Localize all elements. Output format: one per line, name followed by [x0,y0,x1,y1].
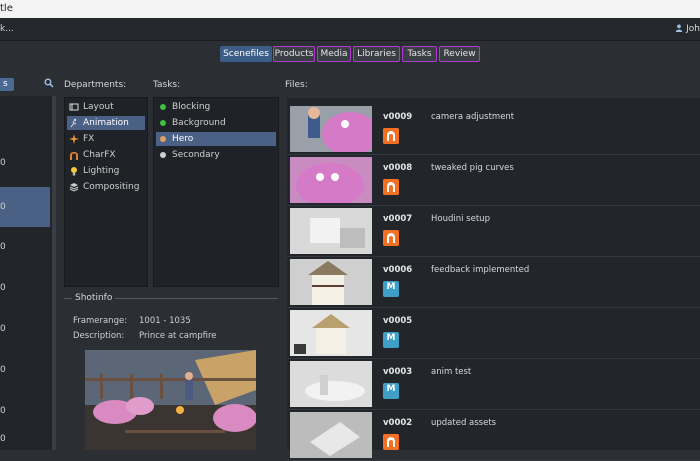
charfx-icon [70,152,78,160]
shot-filter-label: s [3,79,8,89]
file-row[interactable]: v0005 M [287,308,700,359]
framerange-value: 1001 - 1035 [139,316,191,326]
file-description: Houdini setup [431,214,490,224]
task-list: Blocking Background Hero Secondary [153,97,279,287]
file-version: v0006 [383,265,413,275]
maya-icon: M [383,383,399,399]
search-icon[interactable] [44,78,54,88]
tasks-label: Tasks: [153,80,181,90]
file-row[interactable]: v0009 camera adjustment [287,104,700,155]
menu-bar: k... Joh [0,18,700,41]
task-item-hero[interactable]: Hero [156,132,276,146]
file-description: camera adjustment [431,112,515,122]
shot-item[interactable]: 0 [0,406,50,420]
user-menu[interactable]: Joh [675,18,700,40]
department-item-layout[interactable]: Layout [67,100,145,114]
shot-item[interactable]: 0 [0,242,50,256]
file-version: v0008 [383,163,413,173]
description-label: Description: [73,331,125,341]
shot-item[interactable]: 0 [0,324,50,338]
maya-icon: M [383,281,399,297]
files-label: Files: [285,80,308,90]
tab-media[interactable]: Media [317,46,351,62]
shot-item[interactable]: 0 [0,434,50,448]
user-name: Joh [686,24,700,34]
shotinfo-title: Shotinfo [72,293,116,303]
file-thumbnail [290,208,372,254]
file-row[interactable]: v0006 feedback implemented M [287,257,700,308]
status-dot-icon [160,152,166,158]
shot-item[interactable]: 0 [0,365,50,379]
compositing-icon [69,183,79,192]
departments-label: Departments: [64,80,127,90]
file-description: tweaked pig curves [431,163,514,173]
department-item-fx[interactable]: FX [67,132,145,146]
file-list: v0009 camera adjustment v0008 tweaked pi… [287,98,700,461]
file-version: v0005 [383,316,413,326]
shot-item[interactable]: 0 [0,158,50,172]
lightbulb-icon [71,167,77,176]
file-thumbnail [290,361,372,407]
window-title: tle [0,3,13,14]
shot-list-scrollbar[interactable] [52,96,56,450]
fx-icon [69,134,79,144]
tab-libraries[interactable]: Libraries [353,46,400,62]
task-item-blocking[interactable]: Blocking [156,100,276,114]
task-item-background[interactable]: Background [156,116,276,130]
file-row[interactable]: v0008 tweaked pig curves [287,155,700,206]
department-item-charfx[interactable]: CharFX [67,148,145,162]
layout-icon [69,103,79,111]
file-description: updated assets [431,418,497,428]
file-row[interactable]: v0002 updated assets [287,410,700,461]
status-dot-icon [160,136,166,142]
maya-icon: M [383,332,399,348]
shot-item[interactable]: 0 [0,283,50,297]
file-description: anim test [431,367,472,377]
houdini-icon [383,230,399,246]
file-row[interactable]: v0003 anim test M [287,359,700,410]
shot-filter-button[interactable]: s [0,78,14,91]
houdini-icon [383,128,399,144]
file-thumbnail [290,157,372,203]
title-bar: tle [0,0,700,18]
file-thumbnail [290,106,372,152]
file-row[interactable]: v0007 Houdini setup [287,206,700,257]
department-list: Layout Animation FX CharFX Lighting Comp… [64,97,148,287]
file-thumbnail [290,310,372,356]
houdini-icon [383,434,399,450]
shot-preview-image [85,350,256,450]
department-item-compositing[interactable]: Compositing [67,180,145,194]
shot-list[interactable]: 0 0 0 0 0 0 0 0 [0,96,52,450]
file-thumbnail [290,259,372,305]
file-version: v0003 [383,367,413,377]
file-thumbnail [290,412,372,458]
tab-review[interactable]: Review [439,46,480,62]
status-dot-icon [160,104,166,110]
file-version: v0002 [383,418,413,428]
department-item-lighting[interactable]: Lighting [67,164,145,178]
description-value: Prince at campfire [139,331,217,341]
tab-tasks[interactable]: Tasks [402,46,437,62]
houdini-icon [383,179,399,195]
user-icon [675,24,683,32]
shot-item-selected[interactable]: 0 [0,187,50,227]
menu-item-truncated[interactable]: k... [0,18,14,40]
framerange-label: Framerange: [73,316,128,326]
file-version: v0009 [383,112,413,122]
department-item-animation[interactable]: Animation [67,116,145,130]
animation-icon [70,118,77,128]
task-item-secondary[interactable]: Secondary [156,148,276,162]
file-version: v0007 [383,214,413,224]
file-description: feedback implemented [431,265,530,275]
tab-scenefiles[interactable]: Scenefiles [220,46,272,62]
status-dot-icon [160,120,166,126]
tab-products[interactable]: Products [273,46,315,62]
